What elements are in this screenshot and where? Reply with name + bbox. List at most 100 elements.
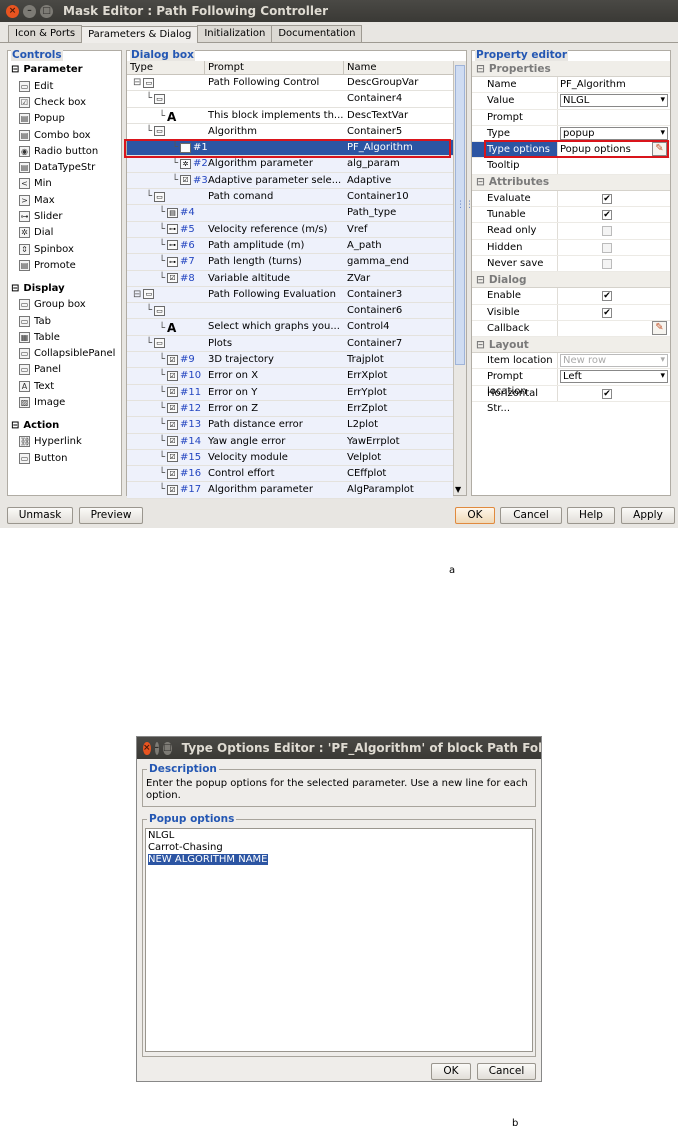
type-cell: └ ▭	[127, 303, 205, 318]
layout-section[interactable]: ⊟ Layout	[472, 337, 670, 354]
tab-icon-ports[interactable]: Icon & Ports	[8, 25, 83, 42]
control-display-panel[interactable]: ▭ Panel	[8, 362, 121, 378]
minimize-icon[interactable]: –	[23, 4, 36, 18]
control-param-dial[interactable]: ✲ Dial	[8, 225, 121, 241]
unmask-button[interactable]: Unmask	[7, 507, 73, 524]
table-row[interactable]: └ ☑ #14 Yaw angle error YawErrplot	[127, 433, 453, 450]
dialog-cancel-button[interactable]: Cancel	[477, 1063, 536, 1080]
never-save-checkbox[interactable]	[602, 258, 612, 269]
table-row[interactable]: └ ▭ Container4	[127, 91, 453, 108]
col-prompt[interactable]: Prompt	[205, 61, 344, 74]
control-param-combo-box[interactable]: ▤ Combo box	[8, 127, 121, 143]
attributes-section[interactable]: ⊟ Attributes	[472, 174, 670, 191]
table-row[interactable]: └ ✲ #2 Algorithm parameter alg_param	[127, 156, 453, 173]
maximize-icon[interactable]: □	[40, 4, 53, 18]
table-row[interactable]: └ ▭ Algorithm Container5	[127, 124, 453, 141]
visible-checkbox[interactable]: ✔	[602, 307, 612, 318]
prompt-cell: Velocity reference (m/s)	[208, 223, 328, 235]
table-row[interactable]: ⊟ ▭ Path Following Evaluation Container3	[127, 286, 453, 304]
table-row[interactable]: └ ⊶ #6 Path amplitude (m) A_path	[127, 237, 453, 255]
name-cell: Vref	[347, 223, 368, 235]
control-param-datatypestr[interactable]: ▤ DataTypeStr	[8, 159, 121, 175]
control-param-edit[interactable]: ▭ Edit	[8, 78, 121, 94]
control-param-spinbox[interactable]: ⇕ Spinbox	[8, 241, 121, 257]
table-row[interactable]: └ ⊶ #7 Path length (turns) gamma_end	[127, 254, 453, 271]
control-param-popup[interactable]: ▤ Popup	[8, 111, 121, 127]
control-action-button[interactable]: ▭ Button	[8, 450, 121, 466]
enable-checkbox[interactable]: ✔	[602, 291, 612, 302]
horizontal-stretch-checkbox[interactable]: ✔	[602, 388, 612, 399]
hidden-checkbox[interactable]	[602, 242, 612, 253]
action-section-header[interactable]: ⊟ Action	[8, 417, 121, 434]
table-row[interactable]: └ ☑ #12 Error on Z ErrZplot	[127, 400, 453, 418]
prompt-location-dropdown[interactable]: Left	[560, 370, 668, 384]
tooltip-field[interactable]	[558, 158, 670, 173]
help-button[interactable]: Help	[567, 507, 615, 524]
prompt-field[interactable]	[558, 110, 670, 125]
popup-type-icon: ▤	[167, 207, 179, 218]
table-row[interactable]: ⊟ ▭ Path Following Control DescGroupVar	[127, 75, 453, 92]
table-row[interactable]: └ ☑ #11 Error on Y ErrYplot	[127, 384, 453, 401]
ok-button[interactable]: OK	[455, 507, 495, 524]
control-display-table[interactable]: ▦ Table	[8, 329, 121, 345]
dialog-scrollbar[interactable]: ▼	[453, 61, 466, 495]
prop-attr-row: Hidden	[472, 239, 670, 256]
controls-panel: Controls ⊟ Parameter ▭ Edit ☑ Check box ▤ Popu…	[7, 50, 122, 496]
table-row[interactable]: └ ⊶ #5 Velocity reference (m/s) Vref	[127, 221, 453, 238]
scroll-down-icon[interactable]: ▼	[455, 485, 461, 494]
control-param-min[interactable]: < Min	[8, 176, 121, 192]
callback-edit-icon[interactable]: ✎	[652, 320, 667, 335]
popup-options-textarea[interactable]: NLGL Carrot-Chasing NEW ALGORITHM NAME	[145, 828, 533, 1052]
table-row[interactable]: └ A Select which graphs you... Control4	[127, 319, 453, 336]
tab-initialization[interactable]: Initialization	[197, 25, 273, 42]
properties-section[interactable]: ⊟ Properties	[472, 61, 670, 77]
scroll-thumb[interactable]	[455, 65, 465, 365]
tab-parameters-dialog[interactable]: Parameters & Dialog	[81, 26, 199, 43]
table-row[interactable]: └ ☑ #17 Algorithm parameter AlgParamplot	[127, 482, 453, 499]
minimize-icon[interactable]: –	[154, 741, 160, 755]
control-param-check-box[interactable]: ☑ Check box	[8, 94, 121, 110]
tunable-checkbox[interactable]: ✔	[602, 210, 612, 221]
table-row[interactable]: └ ☑ #9 3D trajectory Trajplot	[127, 352, 453, 369]
table-row[interactable]: └ ☑ #13 Path distance error L2plot	[127, 417, 453, 434]
table-row[interactable]: └ ☑ #10 Error on X ErrXplot	[127, 368, 453, 385]
spinbox-icon: ⇕	[19, 243, 30, 255]
control-display-text[interactable]: A Text	[8, 378, 121, 394]
table-row[interactable]: └ ☑ #16 Control effort CEffplot	[127, 466, 453, 483]
col-name[interactable]: Name	[344, 61, 453, 74]
parameter-section-header[interactable]: ⊟ Parameter	[8, 61, 121, 78]
control-display-tab[interactable]: ▭ Tab	[8, 313, 121, 329]
maximize-icon[interactable]: □	[163, 741, 172, 755]
table-row[interactable]: └ ▭ Path comand Container10	[127, 189, 453, 206]
control-param-max[interactable]: > Max	[8, 192, 121, 208]
dialog-section[interactable]: ⊟ Dialog	[472, 272, 670, 289]
evaluate-checkbox[interactable]: ✔	[602, 193, 612, 204]
table-row[interactable]: └ A This block implements th... DescTextVar	[127, 108, 453, 124]
table-row[interactable]: └ ☑ #8 Variable altitude ZVar	[127, 270, 453, 287]
control-action-hyperlink[interactable]: ⛓ Hyperlink	[8, 434, 121, 450]
control-display-collapsiblepanel[interactable]: ▭ CollapsiblePanel	[8, 345, 121, 361]
control-param-promote[interactable]: ▤ Promote	[8, 257, 121, 273]
display-section-header[interactable]: ⊟ Display	[8, 280, 121, 297]
table-row[interactable]: └ ▭ Plots Container7	[127, 335, 453, 353]
name-field[interactable]: PF_Algorithm	[558, 77, 670, 92]
close-icon[interactable]: ×	[6, 4, 19, 18]
table-row[interactable]: └ ▤ #4 Path_type	[127, 205, 453, 222]
apply-button[interactable]: Apply	[621, 507, 675, 524]
close-icon[interactable]: ×	[143, 741, 151, 755]
read-only-checkbox[interactable]	[602, 226, 612, 237]
col-type[interactable]: Type	[127, 61, 205, 74]
dialog-ok-button[interactable]: OK	[431, 1063, 471, 1080]
type-dropdown[interactable]: popup	[560, 126, 668, 140]
preview-button[interactable]: Preview	[79, 507, 143, 524]
table-row[interactable]: └ ☑ #3 Adaptive parameter sele... Adaptive	[127, 172, 453, 190]
control-param-slider[interactable]: ⊶ Slider	[8, 208, 121, 224]
control-param-radio-button[interactable]: ◉ Radio button	[8, 143, 121, 159]
table-row[interactable]: └ ☑ #15 Velocity module Velplot	[127, 449, 453, 467]
control-display-image[interactable]: ▨ Image	[8, 394, 121, 410]
tab-documentation[interactable]: Documentation	[271, 25, 363, 42]
cancel-button[interactable]: Cancel	[500, 507, 562, 524]
value-dropdown[interactable]: NLGL	[560, 94, 668, 108]
control-display-group-box[interactable]: ▭ Group box	[8, 297, 121, 313]
table-row[interactable]: └ ▭ Container6	[127, 303, 453, 320]
